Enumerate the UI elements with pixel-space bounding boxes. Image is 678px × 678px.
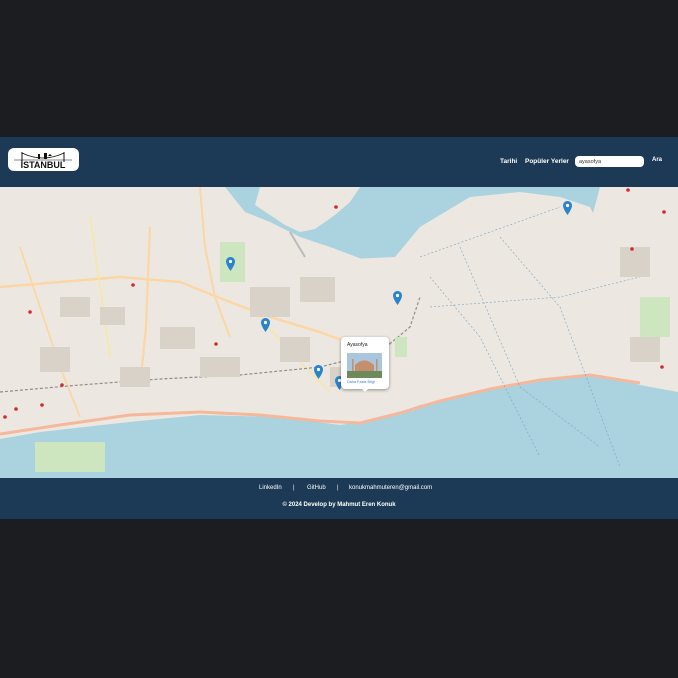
navbar: İSTANBUL Tarihi Popüler Yerler Ara	[0, 137, 678, 187]
map-tiles	[0, 187, 678, 478]
map-popup: Ayasofya Daha Fazla Bilgi	[341, 337, 389, 392]
map-marker[interactable]	[563, 201, 572, 215]
map-marker[interactable]	[393, 291, 402, 305]
footer: LinkedIn | GitHub | konukmahmuteren@gmai…	[0, 478, 678, 519]
map-marker[interactable]	[314, 365, 323, 379]
popup-title: Ayasofya	[347, 342, 368, 348]
nav-link-populer-yerler[interactable]: Popüler Yerler	[525, 158, 569, 165]
map-marker[interactable]	[261, 318, 270, 332]
footer-separator: |	[337, 485, 339, 491]
popup-tip	[361, 388, 369, 392]
app-container: İSTANBUL Tarihi Popüler Yerler Ara	[0, 137, 678, 519]
search-input[interactable]	[575, 156, 644, 167]
map-marker[interactable]	[226, 257, 235, 271]
footer-copyright: © 2024 Develop by Mahmut Eren Konuk	[282, 502, 396, 508]
popup-more-info-link[interactable]: Daha Fazla Bilgi	[347, 380, 375, 384]
footer-link-github[interactable]: GitHub	[307, 485, 326, 491]
search-button[interactable]: Ara	[652, 157, 662, 163]
logo-wordmark: İSTANBUL	[21, 160, 66, 170]
footer-separator: |	[293, 485, 295, 491]
logo-graphic: İSTANBUL	[14, 152, 72, 170]
nav-link-tarihi[interactable]: Tarihi	[500, 158, 517, 165]
footer-link-email[interactable]: konukmahmuteren@gmail.com	[349, 485, 432, 491]
footer-link-linkedin[interactable]: LinkedIn	[259, 485, 282, 491]
istanbul-logo[interactable]: İSTANBUL	[8, 148, 79, 171]
popup-image	[347, 353, 382, 378]
map-view[interactable]: Ayasofya Daha Fazla Bilgi	[0, 187, 678, 478]
